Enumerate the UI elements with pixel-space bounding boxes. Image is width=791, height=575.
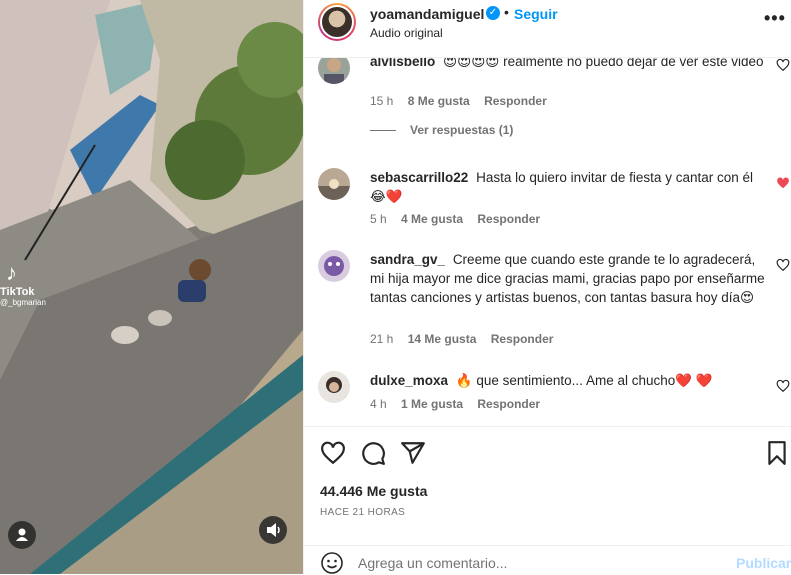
header-separator: • bbox=[504, 4, 509, 20]
tiktok-logo-icon: ♪ bbox=[6, 260, 17, 285]
post-details-panel: yoamandamiguel ✓ • Seguir Audio original… bbox=[303, 0, 791, 574]
publish-button[interactable]: Publicar bbox=[736, 555, 791, 571]
tiktok-handle: @_bgmarian bbox=[0, 298, 46, 307]
comment-body: dulxe_moxa 🔥 que sentimiento... Ame al c… bbox=[370, 371, 766, 390]
commenter-avatar[interactable] bbox=[318, 58, 350, 84]
share-plane-icon[interactable] bbox=[400, 440, 426, 466]
view-replies-button[interactable]: Ver respuestas (1) bbox=[370, 123, 513, 137]
commenter-avatar[interactable] bbox=[318, 168, 350, 200]
audio-label[interactable]: Audio original bbox=[370, 26, 443, 40]
speaker-icon bbox=[267, 523, 280, 537]
view-replies-label: Ver respuestas (1) bbox=[410, 123, 514, 137]
heart-outline-icon[interactable] bbox=[776, 58, 790, 72]
comment-meta: 21 h 14 Me gusta Responder bbox=[370, 332, 564, 346]
comment-likes[interactable]: 4 Me gusta bbox=[401, 212, 463, 226]
author-avatar[interactable] bbox=[318, 3, 356, 41]
follow-button[interactable]: Seguir bbox=[514, 6, 558, 22]
comment-time[interactable]: 5 h bbox=[370, 212, 387, 226]
post-header: yoamandamiguel ✓ • Seguir Audio original… bbox=[304, 0, 791, 58]
reply-button[interactable]: Responder bbox=[484, 94, 547, 108]
comment-text: 🔥 que sentimiento... Ame al chucho❤️ ❤️ bbox=[455, 373, 713, 388]
author-username[interactable]: yoamandamiguel bbox=[370, 6, 484, 22]
like-heart-icon[interactable] bbox=[320, 440, 346, 466]
video-media[interactable]: ♪ TikTok @_bgmarian bbox=[0, 0, 303, 574]
comment-username[interactable]: sebascarrillo22 bbox=[370, 170, 468, 185]
comment-username[interactable]: dulxe_moxa bbox=[370, 373, 448, 388]
more-options-button[interactable]: ••• bbox=[764, 8, 786, 29]
post-actions: 44.446 Me gusta HACE 21 HORAS Publicar bbox=[304, 426, 791, 574]
emoji-smile-icon[interactable] bbox=[320, 551, 344, 575]
comment-time[interactable]: 15 h bbox=[370, 94, 393, 108]
reply-button[interactable]: Responder bbox=[491, 332, 554, 346]
comment-bubble-icon[interactable] bbox=[360, 440, 386, 466]
comment-likes[interactable]: 8 Me gusta bbox=[408, 94, 470, 108]
commenter-avatar[interactable] bbox=[318, 371, 350, 403]
tiktok-watermark: ♪ TikTok @_bgmarian bbox=[0, 260, 46, 308]
comment-meta: 5 h 4 Me gusta Responder bbox=[370, 212, 551, 226]
user-icon bbox=[16, 528, 28, 541]
likes-count[interactable]: 44.446 Me gusta bbox=[320, 483, 427, 499]
comment-likes[interactable]: 14 Me gusta bbox=[408, 332, 477, 346]
comment-meta: 15 h 8 Me gusta Responder bbox=[370, 94, 558, 108]
tagged-users-button[interactable] bbox=[8, 521, 36, 549]
comment-time[interactable]: 4 h bbox=[370, 397, 387, 411]
comments-list[interactable]: alvlisbello 😍😍😍😍 realmente no puedo deja… bbox=[304, 58, 791, 426]
replies-line bbox=[370, 130, 396, 132]
mute-button[interactable] bbox=[259, 516, 287, 544]
comment-meta: 4 h 1 Me gusta Responder bbox=[370, 397, 551, 411]
commenter-avatar[interactable] bbox=[318, 250, 350, 282]
reply-button[interactable]: Responder bbox=[477, 397, 540, 411]
reply-button[interactable]: Responder bbox=[477, 212, 540, 226]
post-timestamp[interactable]: HACE 21 HORAS bbox=[320, 507, 405, 518]
comment-text: 😍😍😍😍 realmente no puedo dejar de ver est… bbox=[443, 58, 764, 69]
heart-outline-icon[interactable] bbox=[776, 379, 790, 393]
comment-username[interactable]: sandra_gv_ bbox=[370, 252, 445, 267]
tiktok-label: TikTok bbox=[0, 286, 35, 298]
comment-username[interactable]: alvlisbello bbox=[370, 58, 435, 69]
comment-body: sandra_gv_ Creeme que cuando este grande… bbox=[370, 250, 766, 307]
heart-filled-icon[interactable] bbox=[776, 176, 790, 190]
heart-outline-icon[interactable] bbox=[776, 258, 790, 272]
add-comment-bar: Publicar bbox=[304, 545, 791, 575]
comment-time[interactable]: 21 h bbox=[370, 332, 393, 346]
comment-body: alvlisbello 😍😍😍😍 realmente no puedo deja… bbox=[370, 58, 766, 71]
bookmark-icon[interactable] bbox=[764, 440, 790, 466]
comment-body: sebascarrillo22 Hasta lo quiero invitar … bbox=[370, 168, 766, 206]
verified-badge-icon: ✓ bbox=[486, 6, 500, 20]
comment-input[interactable] bbox=[358, 552, 718, 574]
comment-likes[interactable]: 1 Me gusta bbox=[401, 397, 463, 411]
post-modal: ♪ TikTok @_bgmarian yoamandamiguel ✓ • S… bbox=[0, 0, 791, 574]
